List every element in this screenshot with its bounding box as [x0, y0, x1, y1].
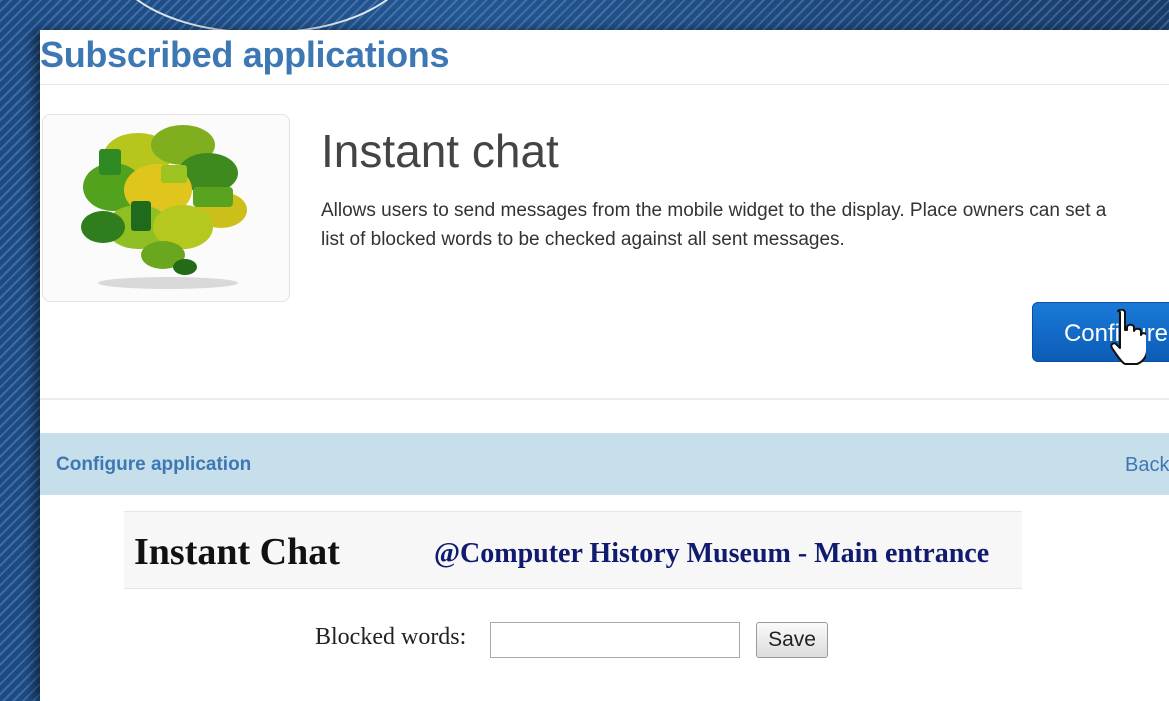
configure-button[interactable]: Configure	[1032, 302, 1169, 362]
app-page: Subscribed applications Instant chat All…	[40, 30, 1169, 701]
save-button[interactable]: Save	[756, 622, 828, 658]
chat-title: Instant Chat	[134, 531, 340, 573]
back-link[interactable]: Back	[1125, 454, 1169, 477]
hand-pointer-icon	[1110, 309, 1146, 365]
app-thumbnail	[42, 114, 290, 302]
configure-application-bar: Configure application Back	[40, 433, 1169, 495]
instant-chat-header: Instant Chat @Computer History Museum - …	[124, 511, 1022, 589]
title-divider	[40, 84, 1169, 85]
blocked-words-input[interactable]	[490, 622, 740, 658]
app-name: Instant chat	[321, 125, 559, 177]
page-title: Subscribed applications	[40, 34, 450, 75]
chat-location: @Computer History Museum - Main entrance	[434, 538, 990, 569]
section-divider	[40, 398, 1169, 400]
app-description: Allows users to send messages from the m…	[321, 200, 1107, 250]
configure-application-label: Configure application	[56, 454, 252, 475]
blocked-words-label: Blocked words:	[315, 624, 467, 650]
speech-bubbles-cluster-icon	[81, 125, 247, 289]
